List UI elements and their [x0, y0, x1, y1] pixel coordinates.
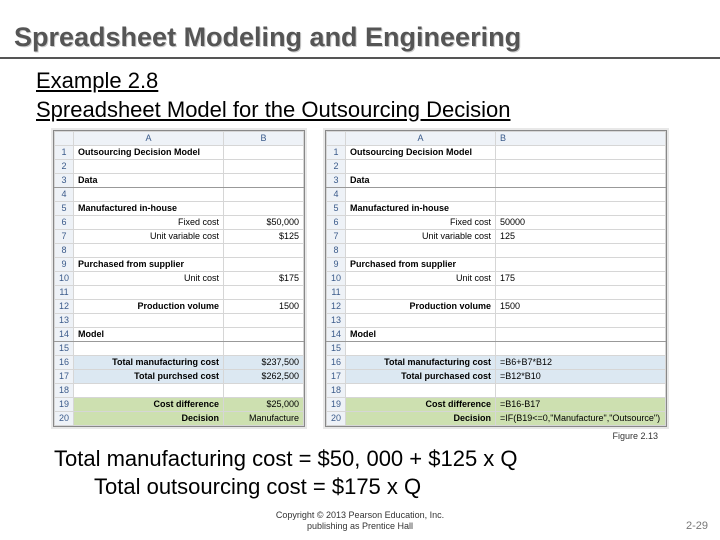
cell: Production volume — [74, 300, 224, 314]
cell: Fixed cost — [346, 216, 496, 230]
cell: Outsourcing Decision Model — [346, 146, 496, 160]
cell: =B16-B17 — [496, 398, 666, 412]
cell: $237,500 — [224, 356, 304, 370]
corner-cell — [54, 132, 73, 146]
column-header-row: A B — [54, 132, 303, 146]
cell: Fixed cost — [74, 216, 224, 230]
cell: Decision — [346, 412, 496, 426]
cell: Decision — [74, 412, 224, 426]
col-header-b: B — [496, 132, 666, 146]
copyright: Copyright © 2013 Pearson Education, Inc.… — [276, 510, 444, 532]
cell: Unit cost — [346, 272, 496, 286]
formula-manufacturing: Total manufacturing cost = $50, 000 + $1… — [36, 445, 684, 473]
cell: 1500 — [224, 300, 304, 314]
cell: Manufacture — [224, 412, 304, 426]
cell: Manufactured in-house — [74, 202, 224, 216]
cell: =B12*B10 — [496, 370, 666, 384]
cell: 50000 — [496, 216, 666, 230]
cell: Total manufacturing cost — [346, 356, 496, 370]
cell: $125 — [224, 230, 304, 244]
example-number: Example 2.8 — [36, 67, 684, 96]
cell: Production volume — [346, 300, 496, 314]
cell: $262,500 — [224, 370, 304, 384]
cell: Manufactured in-house — [346, 202, 496, 216]
copyright-line2: publishing as Prentice Hall — [276, 521, 444, 532]
corner-cell — [327, 132, 346, 146]
cell: =IF(B19<=0,"Manufacture","Outsource") — [496, 412, 666, 426]
cell: Total purchased cost — [346, 370, 496, 384]
page-title: Spreadsheet Modeling and Engineering — [14, 22, 706, 53]
spreadsheet-container: A B 1Outsourcing Decision Model 2 3Data … — [0, 130, 720, 429]
cell: Purchased from supplier — [74, 258, 224, 272]
cell: Unit variable cost — [346, 230, 496, 244]
cell: 175 — [496, 272, 666, 286]
figure-label: Figure 2.13 — [0, 429, 720, 441]
page-number: 2-29 — [686, 520, 708, 532]
copyright-line1: Copyright © 2013 Pearson Education, Inc. — [276, 510, 444, 521]
spreadsheet-formulas: A B 1Outsourcing Decision Model 2 3Data … — [325, 130, 667, 427]
cell: =B6+B7*B12 — [496, 356, 666, 370]
column-header-row: A B — [327, 132, 666, 146]
col-header-a: A — [346, 132, 496, 146]
formula-block: Total manufacturing cost = $50, 000 + $1… — [0, 441, 720, 500]
cell: Unit cost — [74, 272, 224, 286]
cell: Cost difference — [74, 398, 224, 412]
cell: $50,000 — [224, 216, 304, 230]
cell: Purchased from supplier — [346, 258, 496, 272]
col-header-b: B — [224, 132, 304, 146]
cell: Total purchsed cost — [74, 370, 224, 384]
col-header-a: A — [74, 132, 224, 146]
cell: Cost difference — [346, 398, 496, 412]
cell: Outsourcing Decision Model — [74, 146, 224, 160]
cell: Model — [74, 328, 224, 342]
subtitle-block: Example 2.8 Spreadsheet Model for the Ou… — [0, 59, 720, 130]
cell: $25,000 — [224, 398, 304, 412]
cell: 125 — [496, 230, 666, 244]
spreadsheet-values: A B 1Outsourcing Decision Model 2 3Data … — [53, 130, 305, 427]
cell: Model — [346, 328, 496, 342]
cell: Total manufacturing cost — [74, 356, 224, 370]
cell: 1500 — [496, 300, 666, 314]
title-bar: Spreadsheet Modeling and Engineering — [0, 0, 720, 59]
formula-outsourcing: Total outsourcing cost = $175 x Q — [36, 473, 684, 501]
cell: Data — [74, 174, 224, 188]
example-title: Spreadsheet Model for the Outsourcing De… — [36, 96, 684, 125]
cell: Unit variable cost — [74, 230, 224, 244]
cell: Data — [346, 174, 496, 188]
cell: $175 — [224, 272, 304, 286]
